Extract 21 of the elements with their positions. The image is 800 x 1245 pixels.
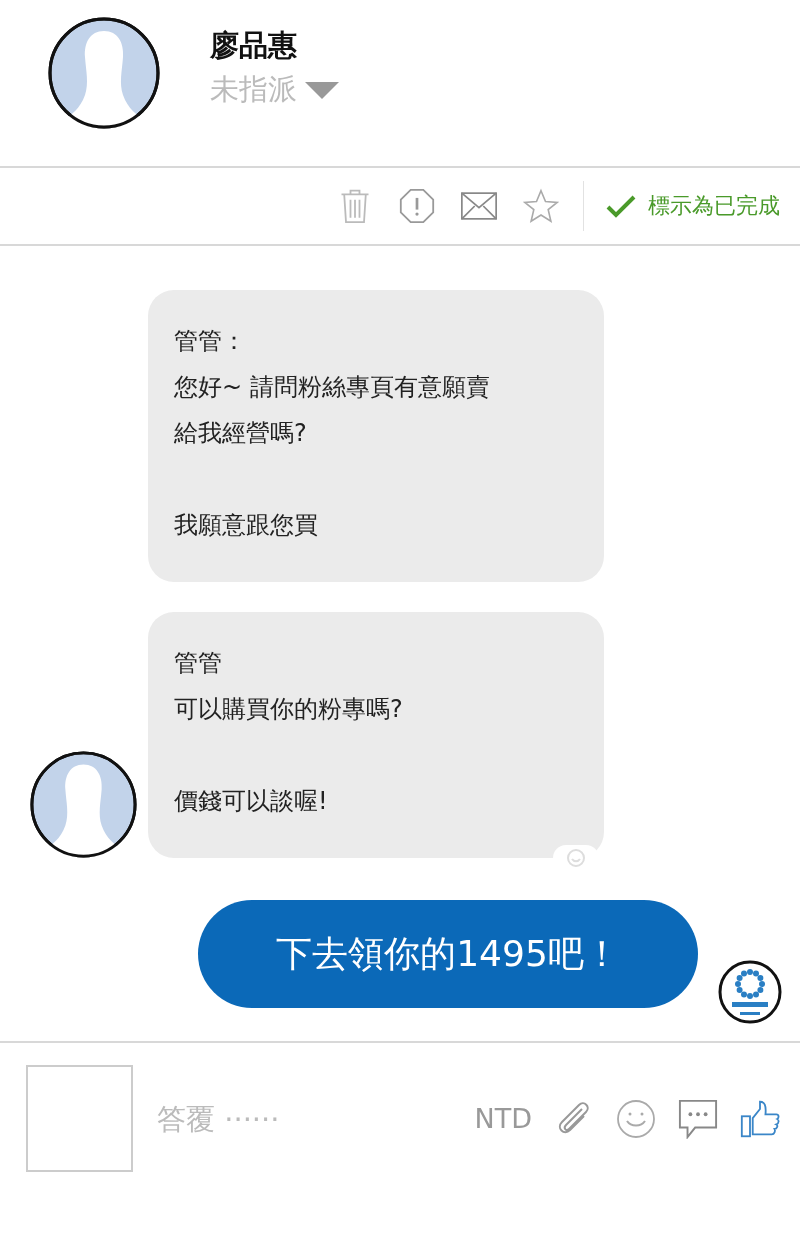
message-text: 我願意跟您買: [174, 510, 319, 541]
caret-icon[interactable]: [305, 81, 339, 99]
mark-done-button[interactable]: 標示為已完成: [606, 191, 780, 221]
message-text: 您好~ 請問粉絲專頁有意願賣: [174, 372, 491, 403]
message-text: 下去領你的1495吧！: [276, 931, 620, 976]
reply-field[interactable]: 答覆 ······: [155, 1100, 429, 1137]
thumbs-up-icon[interactable]: [740, 1098, 780, 1139]
currency-button[interactable]: NTD: [474, 1103, 532, 1134]
message-text: 給我經營嗎?: [174, 418, 308, 449]
message-text: 管管: [174, 648, 223, 679]
chat-bubble-icon[interactable]: [678, 1098, 718, 1139]
message-text: 管管：: [174, 326, 247, 357]
alert-icon[interactable]: [399, 188, 435, 224]
page-logo: [718, 960, 782, 1024]
assignee-dropdown[interactable]: 未指派: [210, 70, 339, 110]
checkmark-icon[interactable]: [606, 194, 636, 218]
message-text: 價錢可以談喔!: [174, 786, 329, 817]
message-text: 可以購買你的粉專嗎?: [174, 694, 404, 725]
star-icon[interactable]: [523, 188, 559, 224]
smiley-icon[interactable]: [616, 1098, 656, 1139]
contact-name: 廖品惠: [210, 27, 298, 64]
